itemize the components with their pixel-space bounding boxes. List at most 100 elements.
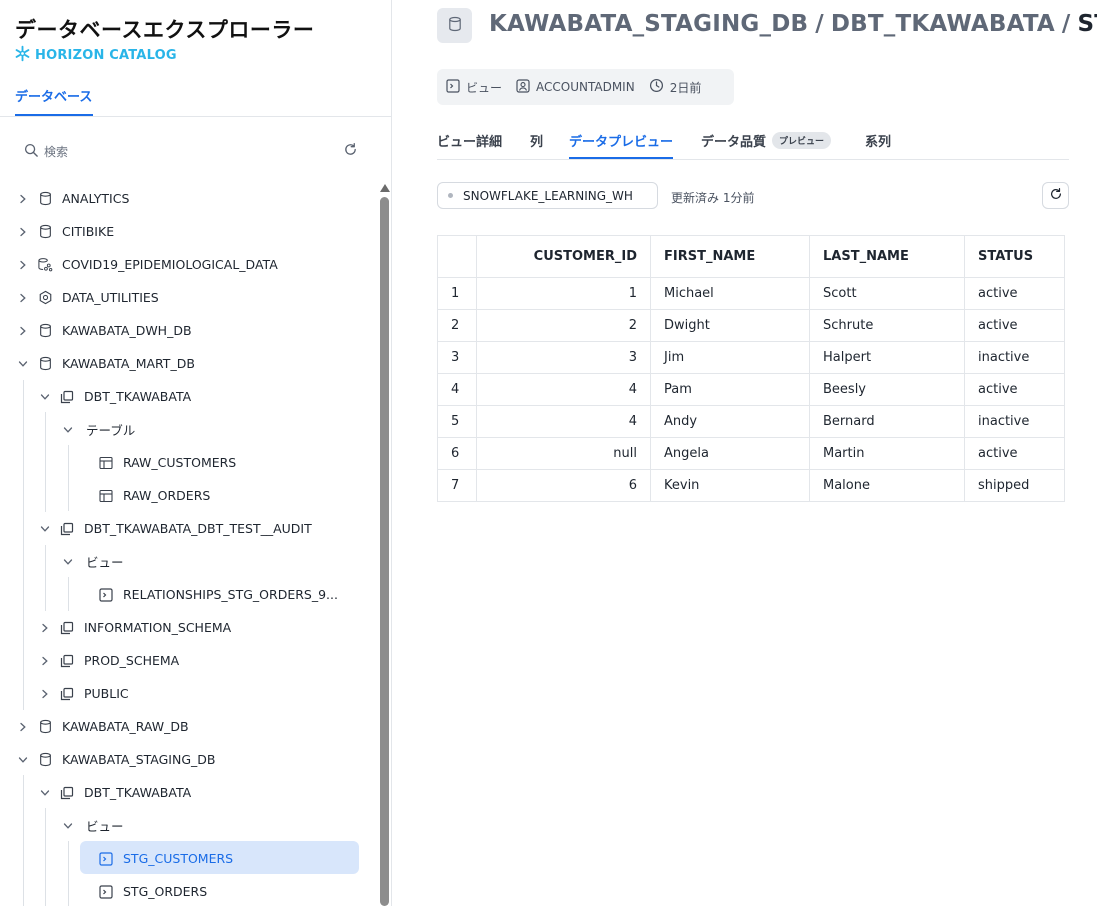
- chevron-right-icon[interactable]: [17, 721, 29, 733]
- column-header[interactable]: STATUS: [964, 235, 1065, 278]
- tab-columns[interactable]: 列: [530, 131, 543, 159]
- refresh-button[interactable]: [340, 141, 360, 161]
- view-icon: [98, 587, 114, 603]
- chevron-down-icon[interactable]: [39, 391, 51, 403]
- chevron-down-icon[interactable]: [17, 358, 29, 370]
- tab-data-quality[interactable]: データ品質 プレビュー: [701, 131, 832, 159]
- chevron-right-icon[interactable]: [39, 688, 51, 700]
- tree-item-raw-customers[interactable]: RAW_CUSTOMERS: [0, 446, 376, 479]
- tree-item-prod-schema[interactable]: PROD_SCHEMA: [0, 644, 376, 677]
- cell-status[interactable]: active: [964, 277, 1065, 310]
- preview-badge: プレビュー: [772, 132, 832, 149]
- cell-last-name[interactable]: Bernard: [809, 405, 965, 438]
- chevron-down-icon[interactable]: [62, 556, 74, 568]
- cell-first-name[interactable]: Dwight: [650, 309, 810, 342]
- cell-last-name[interactable]: Martin: [809, 437, 965, 470]
- database-icon: [37, 323, 53, 339]
- cell-last-name[interactable]: Malone: [809, 469, 965, 502]
- cell-status[interactable]: active: [964, 373, 1065, 406]
- chevron-right-icon[interactable]: [17, 193, 29, 205]
- chevron-down-icon[interactable]: [39, 523, 51, 535]
- chevron-right-icon[interactable]: [39, 622, 51, 634]
- cell-customer-id[interactable]: null: [476, 437, 651, 470]
- tree-item-dbt-tkawabata-dbt-test-audit[interactable]: DBT_TKAWABATA_DBT_TEST__AUDIT: [0, 512, 376, 545]
- cell-customer-id[interactable]: 4: [476, 405, 651, 438]
- table-row[interactable]: 2 2 Dwight Schrute active: [437, 309, 1065, 342]
- breadcrumb-schema[interactable]: DBT_TKAWABATA: [831, 11, 1055, 37]
- tree-item-raw-orders[interactable]: RAW_ORDERS: [0, 479, 376, 512]
- cell-status[interactable]: inactive: [964, 341, 1065, 374]
- tree-item-group[interactable]: テーブル: [0, 413, 376, 446]
- table-row[interactable]: 6 null Angela Martin active: [437, 437, 1065, 470]
- tree-item-group[interactable]: ビュー: [0, 809, 376, 842]
- tree-item-information-schema[interactable]: INFORMATION_SCHEMA: [0, 611, 376, 644]
- tree-item-data-utilities[interactable]: DATA_UTILITIES: [0, 281, 376, 314]
- cell-first-name[interactable]: Michael: [650, 277, 810, 310]
- tree-item-kawabata-mart-db[interactable]: KAWABATA_MART_DB: [0, 347, 376, 380]
- cell-status[interactable]: active: [964, 309, 1065, 342]
- table-row[interactable]: 1 1 Michael Scott active: [437, 277, 1065, 310]
- chevron-right-icon[interactable]: [17, 292, 29, 304]
- cell-first-name[interactable]: Angela: [650, 437, 810, 470]
- table-row[interactable]: 5 4 Andy Bernard inactive: [437, 405, 1065, 438]
- tab-data-preview[interactable]: データプレビュー: [569, 131, 674, 159]
- cell-first-name[interactable]: Pam: [650, 373, 810, 406]
- tree-item-group[interactable]: ビュー: [0, 545, 376, 578]
- tree-item-kawabata-staging-db[interactable]: KAWABATA_STAGING_DB: [0, 743, 376, 776]
- scroll-up-arrow-icon[interactable]: [380, 184, 390, 192]
- tab-databases[interactable]: データベース: [15, 86, 92, 105]
- meta-modified-label: 2日前: [669, 80, 702, 95]
- tree-item-kawabata-raw-db[interactable]: KAWABATA_RAW_DB: [0, 710, 376, 743]
- tree-item-public[interactable]: PUBLIC: [0, 677, 376, 710]
- tree-item-covid19-epidemiological-data[interactable]: COVID19_EPIDEMIOLOGICAL_DATA: [0, 248, 376, 281]
- cell-customer-id[interactable]: 3: [476, 341, 651, 374]
- cell-last-name[interactable]: Beesly: [809, 373, 965, 406]
- chevron-right-icon[interactable]: [17, 259, 29, 271]
- cell-customer-id[interactable]: 4: [476, 373, 651, 406]
- tree-item-dbt-tkawabata[interactable]: DBT_TKAWABATA: [0, 776, 376, 809]
- search-icon: [24, 143, 39, 162]
- chevron-right-icon[interactable]: [39, 655, 51, 667]
- search-box[interactable]: [24, 141, 364, 163]
- cell-first-name[interactable]: Kevin: [650, 469, 810, 502]
- cell-last-name[interactable]: Halpert: [809, 341, 965, 374]
- table-row[interactable]: 3 3 Jim Halpert inactive: [437, 341, 1065, 374]
- cell-status[interactable]: inactive: [964, 405, 1065, 438]
- table-row[interactable]: 4 4 Pam Beesly active: [437, 373, 1065, 406]
- search-input[interactable]: [44, 145, 304, 159]
- tree-item-stg-customers[interactable]: STG_CUSTOMERS: [0, 842, 376, 875]
- cell-last-name[interactable]: Schrute: [809, 309, 965, 342]
- cell-status[interactable]: shipped: [964, 469, 1065, 502]
- detail-tabs: ビュー詳細 列 データプレビュー データ品質 プレビュー 系列: [437, 127, 1069, 160]
- warehouse-selector[interactable]: SNOWFLAKE_LEARNING_WH: [437, 182, 658, 209]
- tree-item-analytics[interactable]: ANALYTICS: [0, 182, 376, 215]
- column-header[interactable]: LAST_NAME: [809, 235, 965, 278]
- breadcrumb-database[interactable]: KAWABATA_STAGING_DB: [489, 11, 808, 37]
- chevron-down-icon[interactable]: [62, 820, 74, 832]
- cell-customer-id[interactable]: 1: [476, 277, 651, 310]
- chevron-down-icon[interactable]: [17, 754, 29, 766]
- cell-first-name[interactable]: Andy: [650, 405, 810, 438]
- tree-item-kawabata-dwh-db[interactable]: KAWABATA_DWH_DB: [0, 314, 376, 347]
- refresh-preview-button[interactable]: [1042, 182, 1069, 209]
- cell-status[interactable]: active: [964, 437, 1065, 470]
- tab-lineage[interactable]: 系列: [865, 131, 891, 159]
- column-header[interactable]: FIRST_NAME: [650, 235, 810, 278]
- database-icon: [37, 224, 53, 240]
- chevron-right-icon[interactable]: [17, 325, 29, 337]
- tree-item-stg-orders[interactable]: STG_ORDERS: [0, 875, 376, 906]
- column-header[interactable]: CUSTOMER_ID: [476, 235, 651, 278]
- tree-item-relationships-stg-orders-9[interactable]: RELATIONSHIPS_STG_ORDERS_9...: [0, 578, 376, 611]
- chevron-down-icon[interactable]: [39, 787, 51, 799]
- tab-view-details[interactable]: ビュー詳細: [437, 131, 502, 159]
- tree-item-dbt-tkawabata[interactable]: DBT_TKAWABATA: [0, 380, 376, 413]
- tree-item-citibike[interactable]: CITIBIKE: [0, 215, 376, 248]
- chevron-down-icon[interactable]: [62, 424, 74, 436]
- cell-first-name[interactable]: Jim: [650, 341, 810, 374]
- cell-last-name[interactable]: Scott: [809, 277, 965, 310]
- scrollbar-thumb[interactable]: [380, 197, 389, 906]
- cell-customer-id[interactable]: 6: [476, 469, 651, 502]
- cell-customer-id[interactable]: 2: [476, 309, 651, 342]
- table-row[interactable]: 7 6 Kevin Malone shipped: [437, 469, 1065, 502]
- chevron-right-icon[interactable]: [17, 226, 29, 238]
